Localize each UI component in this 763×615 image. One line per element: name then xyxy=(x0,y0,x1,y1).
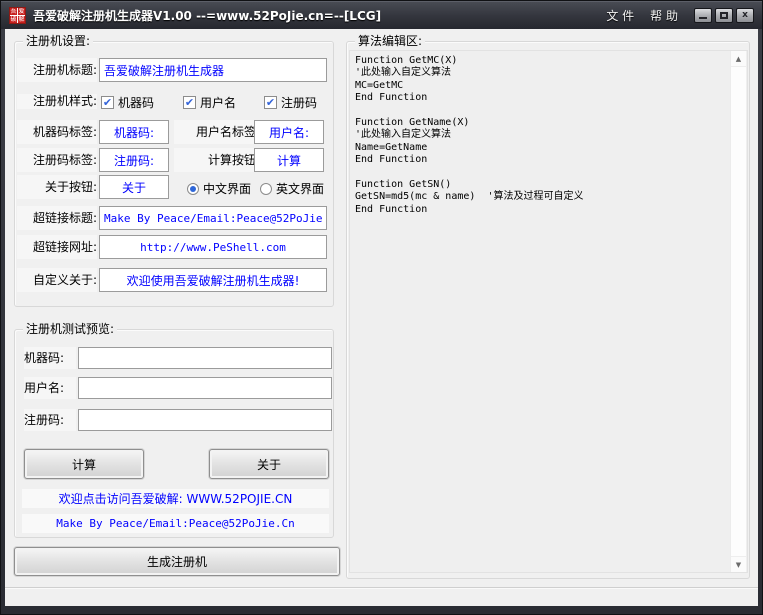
preview-groupbox: 注册机测试预览: 机器码: 用户名: 注册码: 计算 关于 欢迎点击访问吾爱破解… xyxy=(14,329,334,538)
app-icon[interactable]: 吾 爱 破 解 xyxy=(9,7,26,24)
checkbox-mark: ✔ xyxy=(264,96,277,109)
sn-label-caption: 注册码标签: xyxy=(17,148,97,172)
custom-about-input[interactable] xyxy=(99,268,327,292)
hyperlink-url-input[interactable] xyxy=(99,235,327,259)
editor-scrollbar[interactable]: ▲ ▼ xyxy=(730,51,746,572)
scroll-up-icon[interactable]: ▲ xyxy=(731,51,746,67)
status-bar xyxy=(5,587,758,606)
preview-mc-label: 机器码: xyxy=(24,347,76,369)
calc-button-caption: 计算按钮: xyxy=(174,148,260,172)
custom-about-caption: 自定义关于: xyxy=(17,268,97,292)
generate-keygen-button[interactable]: 生成注册机 xyxy=(14,547,340,576)
checkbox-label: 用户名 xyxy=(200,94,236,111)
preview-sn-label: 注册码: xyxy=(24,409,76,431)
radio-label: 中文界面 xyxy=(203,180,251,197)
radio-english-ui[interactable]: 英文界面 xyxy=(260,180,324,197)
minimize-icon xyxy=(699,17,707,19)
checkbox-machine-code[interactable]: ✔ 机器码 xyxy=(101,94,154,111)
app-icon-char: 破 xyxy=(10,16,17,23)
radio-chinese-ui[interactable]: 中文界面 xyxy=(187,180,251,197)
menu-file[interactable]: 文 件 xyxy=(606,7,634,24)
algorithm-code-editor[interactable]: Function GetMC(X) '此处输入自定义算法 MC=GetMC En… xyxy=(349,50,748,573)
credit-line: Make By Peace/Email:Peace@52PoJie.Cn xyxy=(22,514,329,533)
settings-groupbox: 注册机设置: 注册机标题: 注册机样式: ✔ 机器码 ✔ 用户名 ✔ 注册码 机… xyxy=(14,41,334,307)
app-icon-char: 吾 xyxy=(10,8,17,15)
checkbox-username[interactable]: ✔ 用户名 xyxy=(183,94,236,111)
checkbox-regcode[interactable]: ✔ 注册码 xyxy=(264,94,317,111)
mc-label-input[interactable] xyxy=(99,120,169,144)
maximize-button[interactable] xyxy=(715,8,733,23)
name-label-input[interactable] xyxy=(254,120,324,144)
keygen-title-label: 注册机标题: xyxy=(17,58,97,82)
preview-sn-input[interactable] xyxy=(78,409,332,431)
checkbox-label: 注册码 xyxy=(281,94,317,111)
preview-name-label: 用户名: xyxy=(24,377,76,399)
mc-label-caption: 机器码标签: xyxy=(17,120,97,144)
about-button[interactable]: 关于 xyxy=(209,449,329,479)
name-label-caption: 用户名标签: xyxy=(174,120,260,144)
keygen-title-input[interactable] xyxy=(99,58,327,82)
minimize-button[interactable] xyxy=(694,8,712,23)
client-area: 注册机设置: 注册机标题: 注册机样式: ✔ 机器码 ✔ 用户名 ✔ 注册码 机… xyxy=(5,29,758,606)
hyperlink-title-caption: 超链接标题: xyxy=(17,206,97,230)
about-button-label: 关于 xyxy=(257,456,281,473)
scroll-down-icon[interactable]: ▼ xyxy=(731,556,746,572)
algorithm-group-title: 算法编辑区: xyxy=(355,33,425,49)
radio-dot xyxy=(187,183,199,195)
window-title: 吾爱破解注册机生成器V1.00 --=www.52PoJie.cn=--[LCG… xyxy=(33,7,606,24)
settings-group-title: 注册机设置: xyxy=(23,33,93,49)
sn-label-input[interactable] xyxy=(99,148,169,172)
app-icon-char: 解 xyxy=(18,16,25,23)
close-button[interactable]: x xyxy=(736,8,754,23)
calc-button-label: 计算 xyxy=(72,456,96,473)
hyperlink-url-caption: 超链接网址: xyxy=(17,235,97,259)
radio-label: 英文界面 xyxy=(276,180,324,197)
preview-group-title: 注册机测试预览: xyxy=(23,321,117,337)
hyperlink-title-input[interactable] xyxy=(99,206,327,230)
checkbox-label: 机器码 xyxy=(118,94,154,111)
close-icon: x xyxy=(742,11,748,20)
window-controls: x xyxy=(694,8,754,23)
preview-mc-input[interactable] xyxy=(78,347,332,369)
preview-name-input[interactable] xyxy=(78,377,332,399)
calc-button[interactable]: 计算 xyxy=(24,449,144,479)
checkbox-mark: ✔ xyxy=(101,96,114,109)
generate-keygen-button-label: 生成注册机 xyxy=(147,553,207,570)
app-window: 吾 爱 破 解 吾爱破解注册机生成器V1.00 --=www.52PoJie.c… xyxy=(0,0,763,615)
visit-52pojie-link[interactable]: 欢迎点击访问吾爱破解: WWW.52POJIE.CN xyxy=(22,489,329,508)
app-icon-char: 爱 xyxy=(18,8,25,15)
calc-button-text-input[interactable] xyxy=(254,148,324,172)
menu-help[interactable]: 帮 助 xyxy=(650,7,678,24)
maximize-icon xyxy=(720,12,728,19)
radio-dot xyxy=(260,183,272,195)
title-bar: 吾 爱 破 解 吾爱破解注册机生成器V1.00 --=www.52PoJie.c… xyxy=(1,1,762,29)
keygen-style-label: 注册机样式: xyxy=(17,94,97,109)
checkbox-mark: ✔ xyxy=(183,96,196,109)
about-button-text-input[interactable] xyxy=(99,175,169,199)
algorithm-groupbox: 算法编辑区: Function GetMC(X) '此处输入自定义算法 MC=G… xyxy=(346,41,750,579)
about-button-caption: 关于按钮: xyxy=(17,175,97,199)
